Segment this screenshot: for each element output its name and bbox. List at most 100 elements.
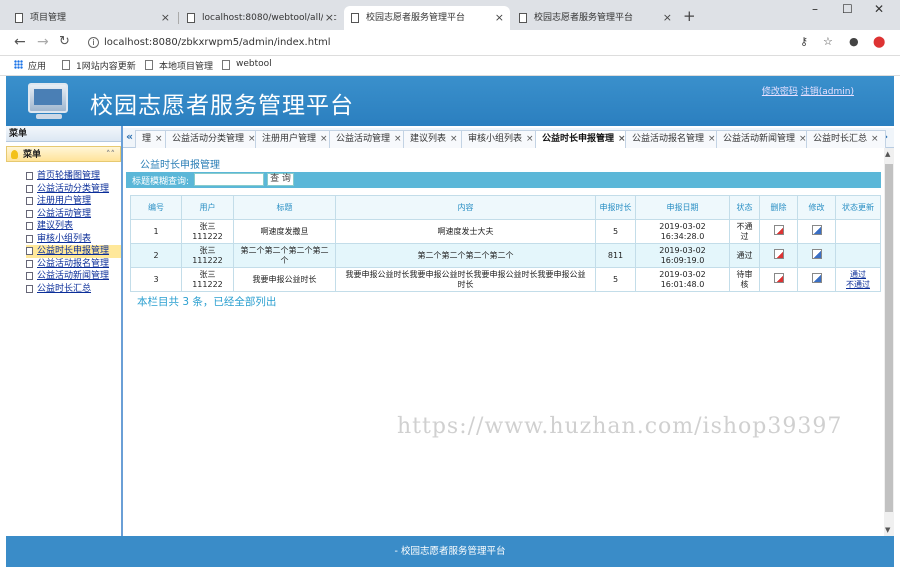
- sidebar-item[interactable]: 公益活动新闻管理: [26, 270, 121, 283]
- scroll-up-icon[interactable]: ▲: [885, 150, 890, 158]
- page-icon: [26, 247, 33, 255]
- table-body: 1 张三 111222 啊速度发撒旦 啊速度发士大夫 5 2019-03-02 16:34…: [130, 219, 881, 292]
- page-tab-bar: « » 理×公益活动分类管理×注册用户管理×公益活动管理×建议列表×审核小组列表…: [123, 128, 894, 148]
- browser-tab-1[interactable]: 项目管理 ×: [8, 6, 176, 30]
- table-cell: 第二个第二个第二个第二 个: [233, 243, 336, 268]
- page-tab[interactable]: 建议列表 ×: [403, 130, 465, 148]
- info-icon[interactable]: i: [88, 37, 99, 48]
- account-icon[interactable]: ●: [849, 35, 859, 48]
- close-tab-icon[interactable]: ×: [495, 6, 504, 30]
- app-title: 校园志愿者服务管理平台: [90, 93, 354, 119]
- page-tab[interactable]: 公益时长申报管理 ×: [535, 130, 633, 148]
- bookmark-apps[interactable]: 应用: [14, 59, 46, 72]
- forward-icon[interactable]: →: [37, 34, 49, 50]
- page-icon: [26, 197, 33, 205]
- page-icon: [26, 259, 33, 268]
- sidebar-item[interactable]: 公益活动报名管理: [26, 258, 121, 271]
- reject-link[interactable]: 不通过: [837, 280, 879, 290]
- table-cell: 张三 111222: [181, 243, 234, 268]
- close-window-icon[interactable]: ✕: [874, 2, 884, 16]
- logout-link[interactable]: 注销(admin): [801, 87, 854, 97]
- close-tab-icon[interactable]: ×: [450, 134, 458, 144]
- delete-icon[interactable]: [773, 273, 784, 283]
- table-cell: 2019-03-02 16:01:48.0: [635, 267, 730, 292]
- sidebar-menu-toggle[interactable]: 菜单 ˄˄: [6, 146, 121, 162]
- back-icon[interactable]: ←: [14, 34, 26, 50]
- close-tab-icon[interactable]: ×: [871, 134, 879, 144]
- new-tab-button[interactable]: +: [683, 7, 696, 25]
- vertical-scrollbar[interactable]: ▲ ▼: [884, 148, 894, 536]
- close-tab-icon[interactable]: ×: [161, 6, 170, 30]
- edit-icon[interactable]: [811, 225, 822, 235]
- sidebar-item[interactable]: 公益活动分类管理: [26, 183, 121, 196]
- column-header: 申报时长: [595, 195, 636, 220]
- sidebar-menu-label: 菜单: [23, 150, 42, 160]
- title-search-input[interactable]: [194, 173, 264, 186]
- close-tab-icon[interactable]: ×: [708, 134, 716, 144]
- reload-icon[interactable]: ↻: [59, 34, 70, 49]
- delete-icon[interactable]: [773, 249, 784, 259]
- close-tab-icon[interactable]: ×: [526, 134, 534, 144]
- page-tab[interactable]: 公益活动管理 ×: [329, 130, 409, 148]
- browser-tab-2[interactable]: localhost:8080/webtool/all/inc ×: [180, 6, 340, 30]
- edit-icon[interactable]: [811, 249, 822, 259]
- delete-icon[interactable]: [773, 225, 784, 235]
- table-cell: 通过: [729, 243, 760, 268]
- list-summary: 本栏目共 3 条，已经全部列出: [137, 296, 277, 308]
- scroll-down-icon[interactable]: ▼: [885, 526, 890, 534]
- tabs-scroll-left-icon[interactable]: «: [126, 130, 133, 143]
- extension-icon[interactable]: ⬤: [873, 35, 885, 48]
- sidebar-item[interactable]: 公益活动管理: [26, 208, 121, 221]
- page-tab[interactable]: 注册用户管理 ×: [255, 130, 335, 148]
- column-header: 标题: [233, 195, 336, 220]
- search-button[interactable]: 查 询: [267, 173, 294, 186]
- column-header: 删除: [759, 195, 798, 220]
- bookmark-3[interactable]: webtool: [222, 59, 272, 70]
- edit-icon[interactable]: [811, 273, 822, 283]
- sidebar-item[interactable]: 首页轮播图管理: [26, 170, 121, 183]
- collapse-chevron-icon[interactable]: ˄˄: [106, 147, 115, 163]
- bookmark-1[interactable]: 1网站内容更新: [62, 59, 136, 72]
- browser-tab-3-active[interactable]: 校园志愿者服务管理平台 ×: [344, 6, 510, 30]
- bookmark-2[interactable]: 本地项目管理: [145, 59, 213, 72]
- maximize-icon[interactable]: ☐: [842, 2, 853, 16]
- page-tab[interactable]: 公益活动新闻管理 ×: [716, 130, 814, 148]
- column-header: 状态: [729, 195, 760, 220]
- column-header: 用户: [181, 195, 234, 220]
- close-tab-icon[interactable]: ×: [663, 6, 672, 30]
- page-tab[interactable]: 审核小组列表 ×: [461, 130, 541, 148]
- table-cell: 张三 111222: [181, 219, 234, 244]
- close-tab-icon[interactable]: ×: [322, 6, 334, 30]
- approve-link[interactable]: 通过: [837, 270, 879, 280]
- column-header: 申报日期: [635, 195, 730, 220]
- close-tab-icon[interactable]: ×: [155, 134, 163, 144]
- close-tab-icon[interactable]: ×: [320, 134, 328, 144]
- sidebar-item[interactable]: 建议列表: [26, 220, 121, 233]
- url-text: localhost:8080/zbkxrwpm5/admin/index.htm…: [104, 37, 331, 48]
- sidebar-item[interactable]: 审核小组列表: [26, 233, 121, 246]
- address-bar[interactable]: i localhost:8080/zbkxrwpm5/admin/index.h…: [84, 34, 774, 52]
- sidebar-heading: 菜单: [6, 126, 121, 142]
- sidebar-item[interactable]: 公益时长申报管理: [26, 245, 121, 258]
- status-update-cell: [835, 243, 881, 268]
- page-tab[interactable]: 公益时长汇总 ×: [806, 130, 886, 148]
- minimize-icon[interactable]: –: [812, 2, 818, 16]
- sidebar-item[interactable]: 公益时长汇总: [26, 283, 121, 296]
- sidebar-item[interactable]: 注册用户管理: [26, 195, 121, 208]
- close-tab-icon[interactable]: ×: [394, 134, 402, 144]
- page-icon: [26, 172, 33, 180]
- key-icon[interactable]: ⚷: [800, 35, 808, 48]
- page-title: 公益时长申报管理: [140, 160, 220, 171]
- change-password-link[interactable]: 修改密码: [762, 87, 798, 97]
- page-tab[interactable]: 公益活动报名管理 ×: [625, 130, 723, 148]
- page-icon: [222, 60, 230, 70]
- page-icon: [15, 13, 23, 23]
- records-table: 编号 用户 标题 内容 申报时长 申报日期 状态 删除 修改 状态更新 1 张三 111222 啊速度…: [130, 195, 881, 292]
- browser-tab-4[interactable]: 校园志愿者服务管理平台 ×: [512, 6, 678, 30]
- page-tab[interactable]: 公益活动分类管理 ×: [165, 130, 263, 148]
- star-icon[interactable]: ☆: [823, 35, 833, 48]
- table-cell: 啊速度发撒旦: [233, 219, 336, 244]
- table-cell: 2019-03-02 16:34:28.0: [635, 219, 730, 244]
- page-icon: [145, 60, 153, 70]
- scroll-thumb[interactable]: [885, 164, 893, 512]
